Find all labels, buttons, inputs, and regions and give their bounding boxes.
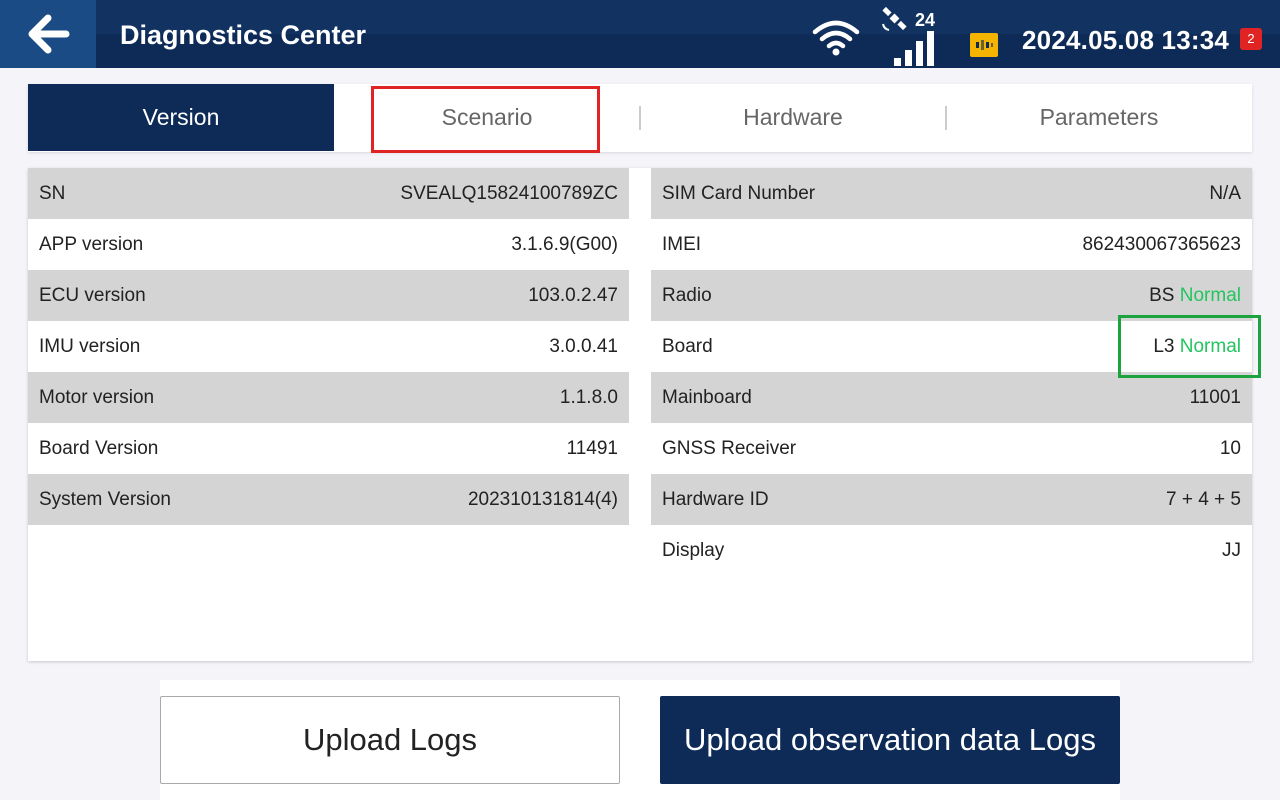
info-row-board-version: Board Version 11491 [28, 423, 629, 474]
tab-version[interactable]: Version [28, 84, 334, 151]
info-value: 11491 [566, 437, 618, 459]
info-value: 10 [1219, 437, 1241, 459]
tab-hardware[interactable]: Hardware [640, 84, 946, 151]
info-label: Board Version [39, 437, 159, 459]
info-value: 103.0.2.47 [528, 284, 618, 306]
page-title: Diagnostics Center [120, 20, 367, 50]
scenario-tab-highlight [371, 86, 600, 153]
info-row-display: Display JJ [651, 525, 1252, 576]
info-label: Mainboard [662, 386, 752, 408]
info-row-ecu-version: ECU version 103.0.2.47 [28, 270, 629, 321]
info-value: SVEALQ15824100789ZC [400, 182, 618, 204]
version-info-left-column: SN SVEALQ15824100789ZC APP version 3.1.6… [28, 168, 629, 525]
info-label: Hardware ID [662, 488, 769, 510]
info-row-system-version: System Version 202310131814(4) [28, 474, 629, 525]
info-label: ECU version [39, 284, 146, 306]
info-row-mainboard: Mainboard 11001 [651, 372, 1252, 423]
info-row-sim-card-number: SIM Card Number N/A [651, 168, 1252, 219]
info-value: 3.0.0.41 [549, 335, 618, 357]
satellite-count: 24 [915, 10, 936, 30]
info-value: 11001 [1189, 386, 1241, 408]
upload-observation-logs-button[interactable]: Upload observation data Logs [660, 696, 1120, 784]
upload-logs-button[interactable]: Upload Logs [160, 696, 620, 784]
info-value: JJ [1222, 539, 1241, 561]
info-row-radio: Radio BS Normal [651, 270, 1252, 321]
signal-strength-icon [894, 31, 934, 66]
info-value: 1.1.8.0 [559, 386, 618, 408]
wifi-icon [812, 20, 860, 56]
info-label: APP version [39, 233, 144, 255]
sim-card-icon [970, 33, 998, 57]
info-label: System Version [39, 488, 171, 510]
info-value: 7 + 4 + 5 [1165, 488, 1241, 510]
info-label: Display [662, 539, 725, 561]
info-label: GNSS Receiver [662, 437, 797, 459]
tab-parameters[interactable]: Parameters [946, 84, 1252, 151]
info-label: SN [39, 182, 66, 204]
info-row-imu-version: IMU version 3.0.0.41 [28, 321, 629, 372]
info-value: 862430067365623 [1082, 233, 1241, 255]
info-label: Board [662, 335, 713, 357]
info-label: Radio [662, 284, 712, 306]
back-button[interactable] [0, 0, 96, 68]
info-row-app-version: APP version 3.1.6.9(G00) [28, 219, 629, 270]
board-status-highlight [1118, 315, 1261, 378]
info-row-gnss-receiver: GNSS Receiver 10 [651, 423, 1252, 474]
tab-bar: Version Scenario Hardware Parameters [28, 84, 1252, 152]
info-value: 202310131814(4) [467, 488, 618, 510]
info-row-imei: IMEI 862430067365623 [651, 219, 1252, 270]
back-arrow-icon [28, 14, 70, 54]
info-label: IMEI [662, 233, 702, 255]
info-label: IMU version [39, 335, 141, 357]
info-value: 3.1.6.9(G00) [511, 233, 618, 255]
radio-status: Normal [1179, 284, 1241, 306]
info-row-motor-version: Motor version 1.1.8.0 [28, 372, 629, 423]
info-value: N/A [1209, 182, 1241, 204]
version-info-panel: SN SVEALQ15824100789ZC APP version 3.1.6… [28, 168, 1252, 661]
info-label: Motor version [39, 386, 155, 408]
radio-type: BS [1149, 284, 1175, 306]
notification-badge[interactable]: 2 [1240, 28, 1262, 50]
info-row-hardware-id: Hardware ID 7 + 4 + 5 [651, 474, 1252, 525]
info-row-sn: SN SVEALQ15824100789ZC [28, 168, 629, 219]
datetime: 2024.05.08 13:34 [1022, 25, 1230, 55]
info-value: BS Normal [1149, 285, 1241, 307]
info-label: SIM Card Number [662, 182, 816, 204]
